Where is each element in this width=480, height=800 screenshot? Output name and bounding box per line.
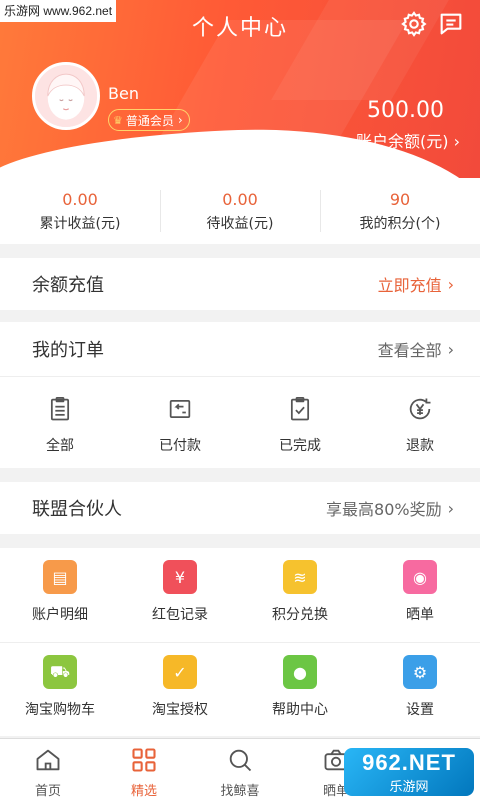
clipboard-check-icon bbox=[290, 397, 310, 421]
stat-total-earnings[interactable]: 0.00 累计收益(元) bbox=[0, 178, 160, 244]
red-packet-icon: ¥ bbox=[163, 560, 197, 594]
recharge-row[interactable]: 余额充值 立即充值 › bbox=[0, 258, 480, 310]
order-tab-all[interactable]: 全部 bbox=[0, 377, 120, 468]
tab-featured[interactable]: 精选 bbox=[96, 739, 192, 800]
tab-label: 首页 bbox=[34, 784, 61, 799]
recharge-now-label: 立即充值 bbox=[377, 276, 442, 295]
site-watermark: 乐游网 www.962.net bbox=[0, 0, 117, 22]
crown-icon: ♛ bbox=[113, 113, 123, 127]
stat-value: 0.00 bbox=[222, 190, 258, 209]
stat-label: 我的积分(个) bbox=[359, 216, 441, 232]
order-tab-refund[interactable]: 退款 bbox=[360, 377, 480, 468]
tab-label: 精选 bbox=[130, 784, 157, 799]
partner-row[interactable]: 联盟合伙人 享最高80%奖励 › bbox=[0, 482, 480, 534]
chevron-right-icon: › bbox=[453, 132, 460, 151]
grid-item-label: 账户明细 bbox=[32, 607, 88, 623]
grid-item-label: 帮助中心 bbox=[272, 702, 328, 718]
member-level-badge[interactable]: ♛ 普通会员 › bbox=[108, 109, 190, 131]
grid-item-taobao-cart[interactable]: ⛟ 淘宝购物车 bbox=[0, 643, 120, 736]
order-status-bar: 全部 已付款 已完成 退款 bbox=[0, 376, 480, 468]
stat-value: 90 bbox=[389, 190, 411, 209]
stat-label: 待收益(元) bbox=[206, 216, 274, 232]
orders-title: 我的订单 bbox=[32, 340, 104, 361]
account-balance-link[interactable]: 账户余额(元) › bbox=[356, 128, 460, 152]
order-tab-completed[interactable]: 已完成 bbox=[240, 377, 360, 468]
grid-item-account-detail[interactable]: ▤ 账户明细 bbox=[0, 548, 120, 642]
partner-reward-label: 享最高80%奖励 bbox=[326, 500, 442, 519]
grid-item-red-packet[interactable]: ¥ 红包记录 bbox=[120, 548, 240, 642]
message-icon[interactable] bbox=[437, 10, 465, 38]
avatar-portrait-icon bbox=[35, 65, 97, 127]
feature-grid: ▤ 账户明细 ¥ 红包记录 ≋ 积分兑换 ◉ 晒单 ⛟ 淘宝购物车 ✓ 淘宝授权… bbox=[0, 548, 480, 736]
grid-item-label: 晒单 bbox=[406, 607, 434, 623]
refund-icon bbox=[409, 398, 431, 420]
grid-item-label: 淘宝购物车 bbox=[25, 702, 95, 718]
brand-line2: 乐游网 bbox=[389, 778, 429, 794]
orders-header-row[interactable]: 我的订单 查看全部 › bbox=[0, 322, 480, 376]
order-tab-label: 已付款 bbox=[159, 438, 201, 454]
partner-title: 联盟合伙人 bbox=[32, 499, 122, 520]
member-level-label: 普通会员 bbox=[125, 113, 174, 128]
stat-pending-earnings[interactable]: 0.00 待收益(元) bbox=[160, 178, 320, 244]
shield-check-icon: ✓ bbox=[163, 655, 197, 689]
avatar[interactable] bbox=[32, 62, 100, 130]
order-tab-label: 已完成 bbox=[279, 438, 321, 454]
chevron-right-icon: › bbox=[177, 113, 183, 127]
chevron-right-icon: › bbox=[447, 274, 454, 294]
chevron-right-icon: › bbox=[447, 339, 454, 359]
recharge-title: 余额充值 bbox=[32, 275, 104, 296]
grid-item-label: 设置 bbox=[406, 702, 434, 718]
grid-item-help-center[interactable]: ● 帮助中心 bbox=[240, 643, 360, 736]
earnings-stats: 0.00 累计收益(元) 0.00 待收益(元) 90 我的积分(个) bbox=[0, 178, 480, 244]
grid-item-share-order[interactable]: ◉ 晒单 bbox=[360, 548, 480, 642]
recharge-now-link[interactable]: 立即充值 › bbox=[378, 272, 454, 296]
brand-line1: 962.NET bbox=[362, 749, 456, 775]
settings-gear-icon[interactable] bbox=[400, 10, 428, 38]
view-all-orders-link[interactable]: 查看全部 › bbox=[378, 337, 454, 361]
grid-item-points-exchange[interactable]: ≋ 积分兑换 bbox=[240, 548, 360, 642]
chevron-right-icon: › bbox=[447, 498, 454, 518]
grid-item-label: 积分兑换 bbox=[272, 607, 328, 623]
grid-item-label: 淘宝授权 bbox=[152, 702, 208, 718]
tab-label: 找鲸喜 bbox=[220, 784, 260, 799]
home-icon bbox=[36, 749, 60, 771]
order-tab-paid[interactable]: 已付款 bbox=[120, 377, 240, 468]
cart-icon: ⛟ bbox=[43, 655, 77, 689]
grid-item-taobao-auth[interactable]: ✓ 淘宝授权 bbox=[120, 643, 240, 736]
bulb-icon: ● bbox=[283, 655, 317, 689]
account-detail-icon: ▤ bbox=[43, 560, 77, 594]
grid-item-settings[interactable]: ⚙ 设置 bbox=[360, 643, 480, 736]
order-tab-label: 全部 bbox=[46, 438, 74, 454]
grid-item-label: 红包记录 bbox=[152, 607, 208, 623]
order-tab-label: 退款 bbox=[406, 438, 434, 454]
stat-my-points[interactable]: 90 我的积分(个) bbox=[320, 178, 480, 244]
camera-icon: ◉ bbox=[403, 560, 437, 594]
site-brand-logo: 962.NET 乐游网 bbox=[344, 748, 474, 796]
tab-discover[interactable]: 找鲸喜 bbox=[192, 739, 288, 800]
account-balance-label: 账户余额(元) bbox=[356, 132, 449, 151]
stat-value: 0.00 bbox=[62, 190, 98, 209]
search-icon bbox=[229, 749, 252, 772]
coins-icon: ≋ bbox=[283, 560, 317, 594]
username: Ben bbox=[108, 84, 139, 103]
view-all-label: 查看全部 bbox=[377, 341, 442, 360]
tab-home[interactable]: 首页 bbox=[0, 739, 96, 800]
grid-icon bbox=[132, 748, 156, 772]
account-balance: 500.00 bbox=[367, 98, 444, 123]
partner-reward-link[interactable]: 享最高80%奖励 › bbox=[326, 496, 454, 520]
paid-icon bbox=[169, 399, 191, 419]
stat-label: 累计收益(元) bbox=[39, 216, 121, 232]
clipboard-list-icon bbox=[50, 397, 70, 421]
gear-icon: ⚙ bbox=[403, 655, 437, 689]
